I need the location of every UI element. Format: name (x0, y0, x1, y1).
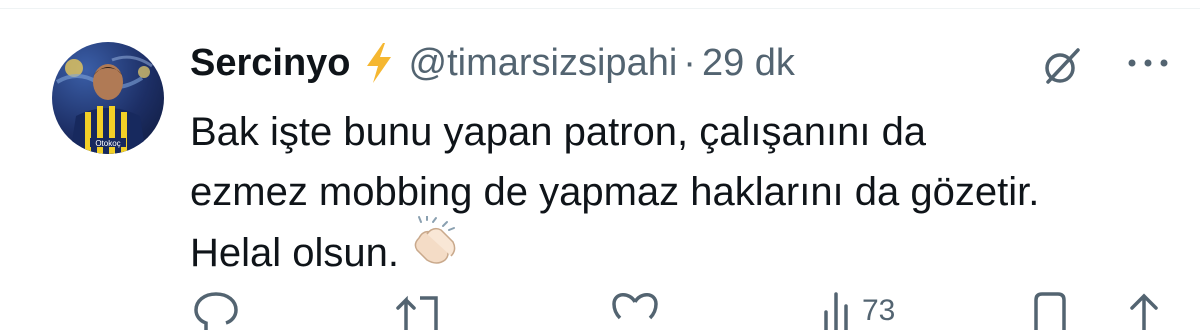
views-icon (822, 290, 852, 335)
retweet-button[interactable] (396, 290, 444, 335)
avatar[interactable]: Otokoç (52, 42, 164, 154)
tweet-text-line-3-text: Helal olsun. (190, 231, 400, 276)
grok-icon[interactable] (1040, 44, 1084, 93)
tweet-text-line-3: Helal olsun. (190, 215, 1180, 289)
clapping-hands-icon (409, 215, 461, 283)
lightning-bolt-icon (365, 43, 393, 83)
top-divider (0, 8, 1200, 9)
like-button[interactable] (610, 290, 660, 335)
share-icon (1124, 290, 1164, 335)
like-icon (610, 290, 660, 335)
views-count: 73 (862, 294, 896, 327)
separator-dot: · (683, 41, 696, 84)
share-button[interactable] (1124, 290, 1164, 335)
action-bar: 73 (0, 290, 1200, 332)
avatar-image: Otokoç (55, 55, 153, 154)
avatar-jersey-text: Otokoç (95, 139, 120, 148)
bookmark-icon (1030, 290, 1070, 335)
reply-button[interactable] (192, 290, 240, 335)
handle[interactable]: @timarsizsipahi (409, 42, 678, 85)
views-button[interactable]: 73 (822, 290, 895, 335)
tweet-text-line-1: Bak işte bunu yapan patron, çalışanını d… (190, 110, 927, 154)
tweet-text-line-2: ezmez mobbing de yapmaz haklarını da göz… (190, 170, 1040, 214)
display-name[interactable]: Sercinyo (190, 42, 351, 85)
reply-icon (192, 290, 240, 335)
more-icon[interactable] (1126, 56, 1170, 74)
bookmark-button[interactable] (1030, 290, 1070, 335)
timestamp[interactable]: 29 dk (702, 42, 795, 85)
tweet-header: Sercinyo @timarsizsipahi · 29 dk (190, 40, 795, 86)
tweet-text: Bak işte bunu yapan patron, çalışanını d… (190, 102, 1180, 289)
retweet-icon (396, 290, 444, 335)
